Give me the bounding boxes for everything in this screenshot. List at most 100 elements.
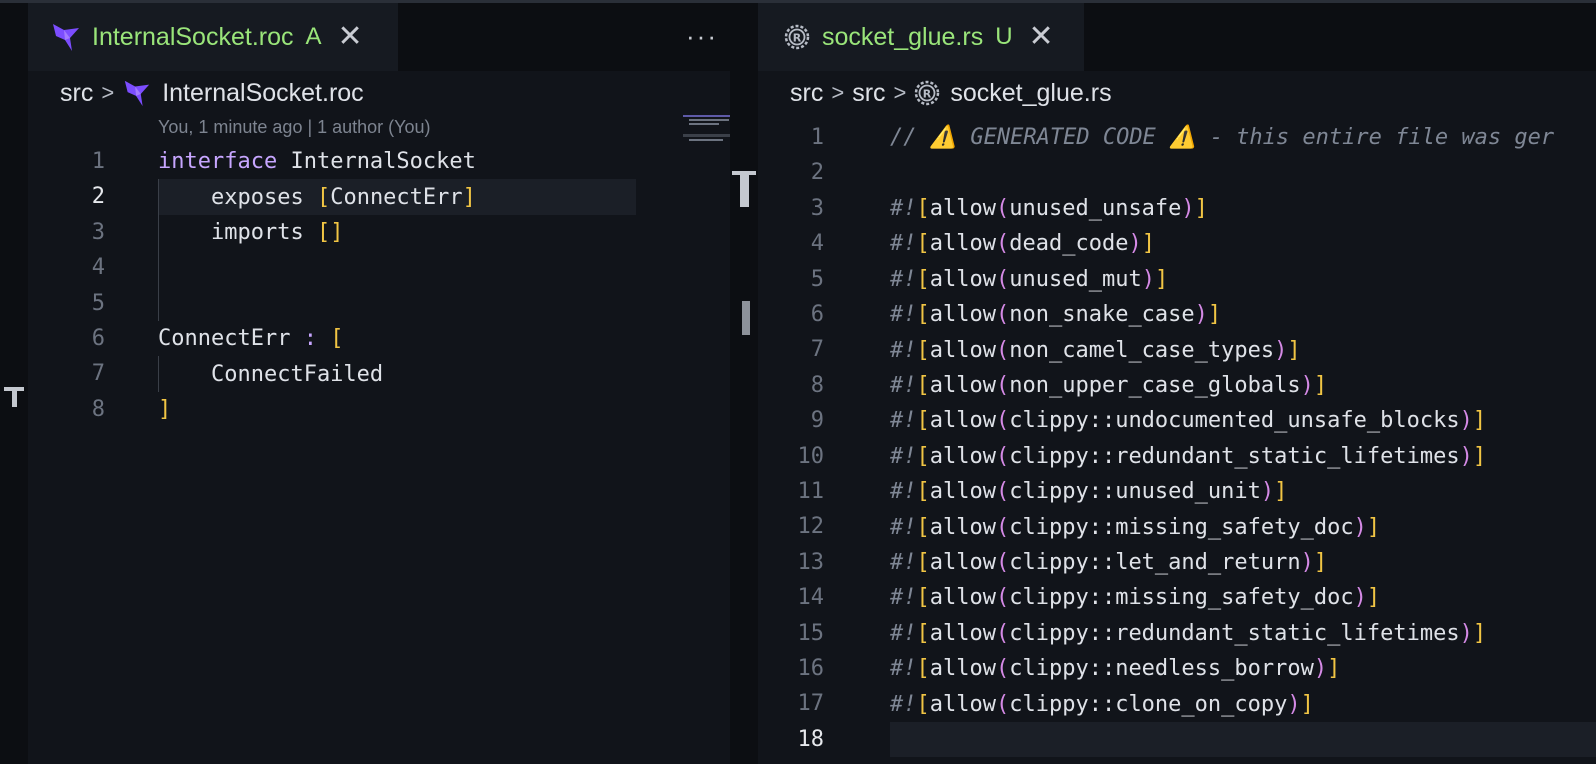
svg-text:R: R bbox=[923, 88, 932, 101]
roc-bird-icon bbox=[50, 21, 82, 53]
code-token: [ bbox=[916, 372, 930, 398]
code-line[interactable]: #![allow(clippy::clone_on_copy)] bbox=[890, 686, 1314, 721]
code-token: ( bbox=[995, 372, 1010, 398]
code-token: ) bbox=[1459, 443, 1473, 469]
code-token: allow bbox=[929, 337, 996, 363]
code-line[interactable]: #![allow(unused_unsafe)] bbox=[890, 191, 1208, 226]
code-token: #! bbox=[890, 195, 917, 221]
code-line[interactable]: #![allow(dead_code)] bbox=[890, 226, 1155, 261]
code-token: [ bbox=[916, 514, 930, 540]
code-line[interactable]: interface InternalSocket bbox=[158, 144, 476, 179]
more-actions-button[interactable]: ··· bbox=[686, 21, 718, 52]
code-line[interactable]: #![allow(clippy::missing_safety_doc)] bbox=[890, 580, 1380, 615]
breadcrumb-file[interactable]: socket_glue.rs bbox=[950, 79, 1111, 108]
code-line[interactable]: exposes [ConnectErr] bbox=[158, 179, 476, 214]
code-token: #! bbox=[890, 266, 917, 292]
code-line[interactable]: ] bbox=[158, 392, 171, 427]
code-token: allow bbox=[929, 443, 996, 469]
scroll-marker bbox=[12, 387, 17, 407]
breadcrumb-folder[interactable]: src bbox=[852, 79, 885, 108]
code-token: #! bbox=[890, 337, 917, 363]
code-token: [ bbox=[916, 231, 930, 257]
code-token: ) bbox=[1128, 231, 1142, 257]
code-line[interactable]: #![allow(clippy::redundant_static_lifeti… bbox=[890, 439, 1486, 474]
git-blame-annotation[interactable]: You, 1 minute ago | 1 author (You) bbox=[158, 117, 431, 138]
code-token: ( bbox=[995, 266, 1010, 292]
code-token: ( bbox=[995, 549, 1010, 575]
code-token: imports bbox=[158, 219, 317, 245]
code-token: ] bbox=[1472, 408, 1487, 434]
code-line[interactable]: #![allow(clippy::missing_safety_doc)] bbox=[890, 509, 1380, 544]
code-token: [] bbox=[316, 219, 344, 245]
tab-internalsocket-roc[interactable]: InternalSocket.roc A ✕ bbox=[28, 3, 398, 71]
line-number: 13 bbox=[797, 549, 825, 575]
breadcrumb-folder[interactable]: src bbox=[790, 79, 823, 108]
breadcrumb-file[interactable]: InternalSocket.roc bbox=[162, 79, 364, 108]
code-token: allow bbox=[929, 266, 996, 292]
code-line[interactable]: // ⚠️ GENERATED CODE ⚠️ - this entire fi… bbox=[890, 120, 1554, 155]
right-code-area[interactable]: 1 // ⚠️ GENERATED CODE ⚠️ - this entire f… bbox=[758, 120, 1596, 764]
code-token: [ bbox=[916, 620, 930, 646]
code-token: ( bbox=[995, 302, 1010, 328]
code-token: ] bbox=[462, 184, 476, 210]
code-token: #! bbox=[890, 479, 917, 505]
close-icon[interactable]: ✕ bbox=[338, 22, 363, 52]
code-token: clippy::redundant_static_lifetimes bbox=[1009, 443, 1460, 469]
line-number: 6 bbox=[91, 326, 105, 351]
code-token: ( bbox=[995, 231, 1010, 257]
line-number: 14 bbox=[797, 585, 825, 611]
close-icon[interactable]: ✕ bbox=[1029, 22, 1054, 52]
code-line[interactable]: #![allow(non_upper_case_globals)] bbox=[890, 368, 1327, 403]
chevron-right-icon: > bbox=[101, 80, 115, 105]
code-token: ) bbox=[1287, 691, 1301, 717]
code-line[interactable]: #![allow(clippy::undocumented_unsafe_blo… bbox=[890, 403, 1486, 438]
code-line[interactable]: ConnectFailed bbox=[158, 356, 383, 391]
code-token: ] bbox=[1472, 620, 1487, 646]
code-line[interactable]: #![allow(non_snake_case)] bbox=[890, 297, 1221, 332]
code-token: #! bbox=[890, 691, 917, 717]
line-number: 17 bbox=[797, 691, 825, 717]
code-token: ] bbox=[1207, 302, 1222, 328]
code-token: clippy::needless_borrow bbox=[1009, 656, 1314, 682]
code-token: ( bbox=[995, 656, 1010, 682]
code-line[interactable]: #![allow(clippy::unused_unit)] bbox=[890, 474, 1287, 509]
code-line[interactable]: #![allow(non_camel_case_types)] bbox=[890, 332, 1301, 367]
code-line[interactable]: imports [] bbox=[158, 215, 343, 250]
line-number: 5 bbox=[91, 290, 105, 316]
scroll-thumb[interactable] bbox=[740, 171, 749, 207]
code-token: clippy::missing_safety_doc bbox=[1009, 514, 1354, 540]
code-token: [ bbox=[916, 337, 930, 363]
code-token: ) bbox=[1260, 479, 1275, 505]
line-number: 6 bbox=[810, 302, 824, 327]
tab-socket-glue-rs[interactable]: R socket_glue.rs U ✕ bbox=[758, 3, 1084, 71]
code-token: non_snake_case bbox=[1009, 302, 1195, 328]
code-token: [ bbox=[330, 326, 344, 352]
left-code-area[interactable]: 1 interface InternalSocket 2 exposes [Conn… bbox=[28, 144, 658, 434]
code-token: ( bbox=[995, 408, 1010, 434]
code-token: #! bbox=[890, 620, 917, 646]
code-token: [ bbox=[916, 656, 930, 682]
right-editor-group: R socket_glue.rs U ✕ src > src > R socke… bbox=[758, 3, 1596, 764]
code-token: allow bbox=[929, 549, 996, 575]
code-token: clippy::unused_unit bbox=[1009, 479, 1261, 505]
code-token: ] bbox=[1194, 195, 1208, 221]
chevron-right-icon: > bbox=[831, 80, 845, 105]
activity-strip bbox=[0, 3, 28, 764]
line-number: 11 bbox=[797, 479, 825, 504]
code-token: allow bbox=[929, 479, 996, 505]
line-number: 8 bbox=[810, 372, 824, 398]
line-number: 1 bbox=[91, 149, 105, 174]
code-line[interactable]: #![allow(clippy::let_and_return)] bbox=[890, 545, 1327, 580]
code-line[interactable]: #![allow(unused_mut)] bbox=[890, 262, 1168, 297]
editor-scrollbar[interactable] bbox=[730, 3, 758, 764]
line-number: 3 bbox=[810, 195, 824, 221]
code-line[interactable]: #![allow(clippy::needless_borrow)] bbox=[890, 651, 1340, 686]
line-number: 1 bbox=[810, 125, 824, 150]
code-token: ) bbox=[1459, 408, 1473, 434]
breadcrumb-folder[interactable]: src bbox=[60, 79, 93, 108]
line-number: 10 bbox=[797, 443, 825, 469]
code-token: [ bbox=[916, 443, 930, 469]
code-token: #! bbox=[890, 408, 917, 434]
code-line[interactable]: #![allow(clippy::redundant_static_lifeti… bbox=[890, 616, 1486, 651]
code-line[interactable]: ConnectErr : [ bbox=[158, 321, 343, 356]
